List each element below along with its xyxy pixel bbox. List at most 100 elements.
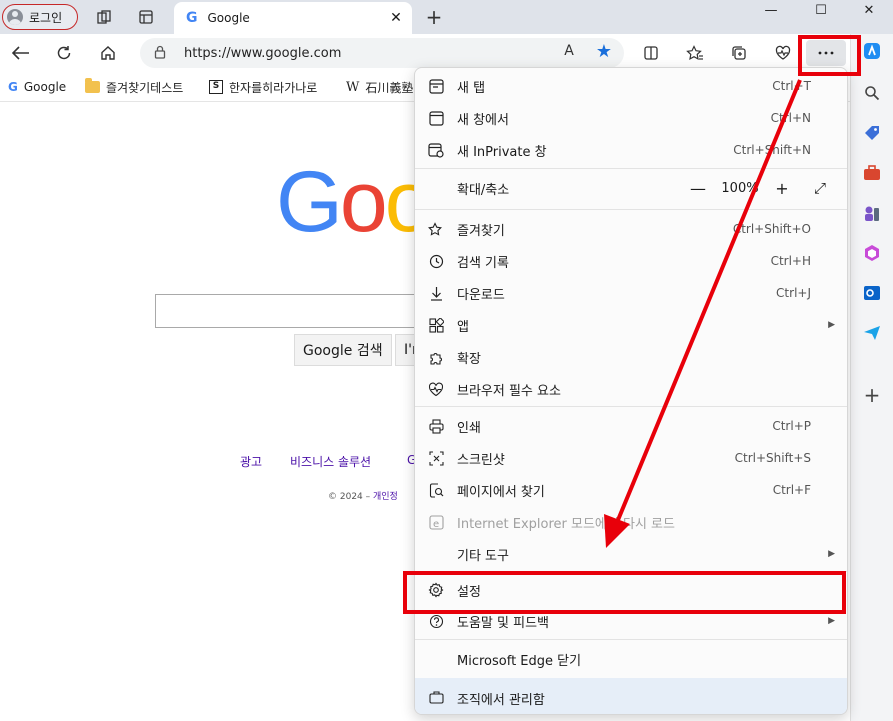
bookmark-google[interactable]: G Google bbox=[8, 78, 66, 96]
tools-briefcase-icon[interactable] bbox=[861, 162, 883, 184]
favorite-star-icon[interactable]: ★ bbox=[596, 41, 612, 62]
google-favicon-icon: G bbox=[8, 80, 18, 94]
tab-close-icon[interactable]: ✕ bbox=[386, 8, 406, 28]
title-bar: 로그인 G Google ✕ + — ☐ ✕ bbox=[0, 0, 893, 34]
menu-apps[interactable]: 앱 ▶ bbox=[415, 310, 847, 340]
tab-google[interactable]: G Google ✕ bbox=[174, 2, 412, 34]
google-search-input[interactable] bbox=[155, 294, 455, 328]
bookmark-label: Google bbox=[23, 80, 67, 94]
privacy-link[interactable]: 개인정 bbox=[373, 492, 398, 502]
new-window-icon bbox=[427, 109, 445, 127]
svg-text:e: e bbox=[433, 519, 439, 530]
translate-icon: S bbox=[209, 80, 223, 94]
bookmark-folder-test[interactable]: 즐겨찾기테스트 bbox=[85, 78, 183, 96]
new-tab-button[interactable]: + bbox=[422, 5, 446, 29]
avatar-icon bbox=[7, 9, 23, 25]
workspaces-icon[interactable] bbox=[94, 7, 114, 27]
footer-business-link[interactable]: 비즈니스 솔루션 bbox=[290, 453, 371, 470]
apps-icon bbox=[427, 316, 445, 334]
home-button[interactable] bbox=[95, 40, 121, 66]
google-favicon-icon: G bbox=[186, 10, 198, 26]
menu-zoom: 확대/축소 — 100% + ⤢ bbox=[415, 173, 847, 203]
new-tab-icon bbox=[427, 77, 445, 95]
menu-close-edge[interactable]: Microsoft Edge 닫기 bbox=[415, 644, 847, 674]
outlook-icon[interactable] bbox=[861, 282, 883, 304]
ie-icon: e bbox=[427, 513, 445, 531]
browser-essentials-icon[interactable] bbox=[770, 40, 796, 66]
heart-pulse-icon bbox=[427, 380, 445, 398]
footer-ads-link[interactable]: 광고 bbox=[240, 453, 262, 470]
url-text[interactable]: https://www.google.com bbox=[184, 46, 341, 61]
find-page-icon bbox=[427, 481, 445, 499]
menu-new-tab[interactable]: 새 탭 Ctrl+T bbox=[415, 71, 847, 101]
annotation-highlight-settings bbox=[403, 571, 846, 614]
favorites-icon bbox=[427, 220, 445, 238]
submenu-arrow-icon: ▶ bbox=[828, 549, 835, 559]
fullscreen-icon[interactable]: ⤢ bbox=[805, 179, 835, 197]
menu-ie-mode: e Internet Explorer 모드에서 다시 로드 bbox=[415, 507, 847, 537]
zoom-out-button[interactable]: — bbox=[683, 179, 713, 198]
printer-icon bbox=[427, 417, 445, 435]
menu-favorites[interactable]: 즐겨찾기 Ctrl+Shift+O bbox=[415, 214, 847, 244]
shopping-tag-icon[interactable] bbox=[861, 122, 883, 144]
menu-new-window[interactable]: 새 창에서 Ctrl+N bbox=[415, 103, 847, 133]
history-icon bbox=[427, 252, 445, 270]
read-aloud-icon[interactable]: A bbox=[564, 43, 574, 62]
menu-separator bbox=[415, 168, 847, 169]
settings-and-more-menu: 새 탭 Ctrl+T 새 창에서 Ctrl+N 새 InPrivate 창 Ct… bbox=[414, 67, 848, 715]
screenshot-icon bbox=[427, 449, 445, 467]
tab-title: Google bbox=[207, 11, 250, 25]
menu-separator bbox=[415, 639, 847, 640]
bookmark-hanja[interactable]: S 한자를히라가나로 bbox=[209, 78, 317, 96]
menu-browser-essentials[interactable]: 브라우저 필수 요소 bbox=[415, 374, 847, 404]
google-logo: Goo bbox=[276, 154, 433, 250]
inprivate-icon bbox=[427, 141, 445, 159]
folder-icon bbox=[85, 78, 100, 93]
maximize-button[interactable]: ☐ bbox=[798, 0, 844, 20]
submenu-arrow-icon: ▶ bbox=[828, 616, 835, 626]
search-icon[interactable] bbox=[861, 82, 883, 104]
drop-send-icon[interactable] bbox=[861, 322, 883, 344]
copilot-icon[interactable] bbox=[861, 40, 883, 62]
zoom-level: 100% bbox=[721, 180, 759, 196]
managed-by-organization[interactable]: 조직에서 관리함 bbox=[415, 678, 847, 714]
annotation-highlight-more-button bbox=[798, 35, 861, 76]
menu-history[interactable]: 검색 기록 Ctrl+H bbox=[415, 246, 847, 276]
google-search-button[interactable]: Google 검색 bbox=[294, 334, 392, 366]
menu-separator bbox=[415, 209, 847, 210]
minimize-button[interactable]: — bbox=[748, 0, 794, 20]
address-bar[interactable]: https://www.google.com A ★ bbox=[140, 38, 624, 68]
games-icon[interactable] bbox=[861, 202, 883, 224]
help-icon bbox=[427, 612, 445, 630]
profile-button[interactable]: 로그인 bbox=[2, 4, 78, 30]
submenu-arrow-icon: ▶ bbox=[828, 320, 835, 330]
refresh-button[interactable] bbox=[51, 40, 77, 66]
menu-find-on-page[interactable]: 페이지에서 찾기 Ctrl+F bbox=[415, 475, 847, 505]
briefcase-icon bbox=[427, 688, 445, 706]
download-icon bbox=[427, 284, 445, 302]
back-button[interactable] bbox=[8, 40, 34, 66]
close-window-button[interactable]: ✕ bbox=[846, 0, 892, 20]
lock-icon[interactable] bbox=[154, 45, 172, 62]
collections-icon[interactable] bbox=[726, 40, 752, 66]
split-screen-icon[interactable] bbox=[638, 40, 664, 66]
menu-screenshot[interactable]: 스크린샷 Ctrl+Shift+S bbox=[415, 443, 847, 473]
bookmark-ishikawa[interactable]: W 石川義塾 bbox=[346, 78, 413, 96]
puzzle-icon bbox=[427, 348, 445, 366]
menu-new-inprivate[interactable]: 새 InPrivate 창 Ctrl+Shift+N bbox=[415, 135, 847, 165]
vertical-tabs-icon[interactable] bbox=[136, 7, 156, 27]
menu-extensions[interactable]: 확장 bbox=[415, 342, 847, 372]
menu-more-tools[interactable]: 기타 도구 ▶ bbox=[415, 539, 847, 569]
bookmark-label: 石川義塾 bbox=[365, 80, 414, 95]
profile-label: 로그인 bbox=[29, 10, 63, 25]
favorites-icon[interactable] bbox=[682, 40, 708, 66]
microsoft365-icon[interactable] bbox=[861, 242, 883, 264]
zoom-in-button[interactable]: + bbox=[767, 179, 797, 198]
menu-separator bbox=[415, 406, 847, 407]
menu-print[interactable]: 인쇄 Ctrl+P bbox=[415, 411, 847, 441]
edge-sidebar: + bbox=[850, 34, 893, 721]
add-sidebar-app-icon[interactable]: + bbox=[861, 383, 883, 407]
copyright-text: © 2024 – 개인정 bbox=[328, 492, 398, 502]
wikipedia-icon: W bbox=[346, 79, 360, 95]
menu-downloads[interactable]: 다운로드 Ctrl+J bbox=[415, 278, 847, 308]
